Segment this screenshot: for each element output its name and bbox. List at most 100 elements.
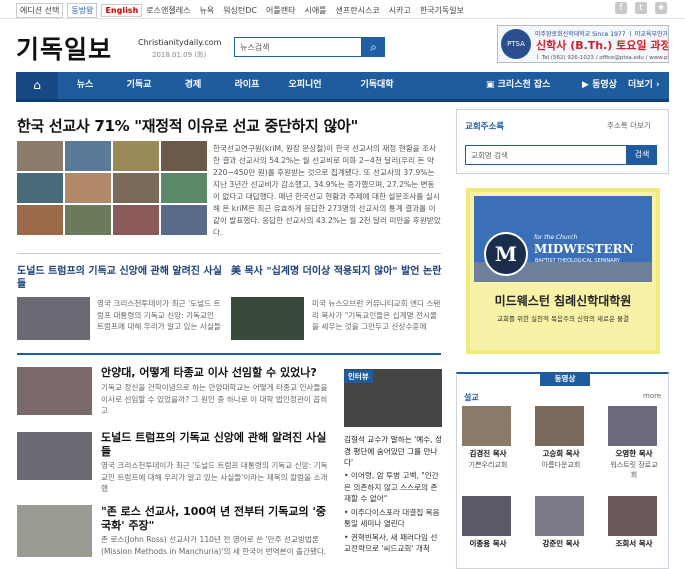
nav-video-label: 동영상 bbox=[592, 80, 617, 90]
sub-article-thumb[interactable] bbox=[17, 297, 90, 340]
pastor-church: 워스트릿 장로교회 bbox=[610, 461, 658, 479]
social-icons: f t ★ bbox=[615, 2, 667, 14]
search-button[interactable]: ⌕ bbox=[362, 37, 385, 57]
list-article-title[interactable]: 도널드 트럼프의 기독교 신앙에 관해 알려진 사실들 bbox=[101, 431, 333, 459]
collage-photo bbox=[17, 205, 63, 235]
home-button[interactable]: ⌂ bbox=[16, 72, 58, 99]
list-article-text: 영국 크리스천투데이가 최근 '도널드 트럼프 대통령의 기독교 신앙: 기독교… bbox=[101, 461, 328, 493]
sermon-more-link[interactable]: more bbox=[643, 392, 661, 400]
pastor-card[interactable]: 고승희 목사 아름다운교회 bbox=[535, 406, 587, 470]
interview-bullet-list: • 이어령, 암 투병 고백, "인간은 의존하지 않고 스스로의 존재할 수 … bbox=[344, 470, 442, 557]
collage-photo bbox=[65, 173, 111, 203]
avatar bbox=[535, 496, 584, 536]
facebook-icon[interactable]: f bbox=[615, 2, 627, 14]
interview-title[interactable]: 김형석 교수가 말하는 '예수, 성경 평단에 숨어있던 그를 만나다' bbox=[344, 434, 442, 469]
interview-bullet-text: 이어령, 암 투병 고백, "인간은 의존하지 않고 스스로의 존재할 수 없어… bbox=[344, 471, 439, 503]
news-search-input[interactable]: 뉴스검색 bbox=[234, 37, 362, 57]
nav-life[interactable]: 라이프 bbox=[220, 72, 274, 99]
collage-photo bbox=[113, 205, 159, 235]
collage-photo bbox=[17, 173, 63, 203]
church-search-input[interactable]: 교회명 검색 bbox=[465, 145, 627, 165]
pastor-card[interactable]: 강준민 목사 bbox=[535, 496, 587, 550]
nav-christianity[interactable]: 기독교 bbox=[112, 72, 166, 99]
edition-link-seattle[interactable]: 시애틀 bbox=[304, 5, 326, 16]
edition-link-atlanta[interactable]: 어틀랜타 bbox=[266, 5, 295, 16]
nav-cross-jobs[interactable]: ▣ 크리스천 잡스 bbox=[486, 72, 550, 99]
edition-link-la[interactable]: 로스앤젤레스 bbox=[146, 5, 190, 16]
sub-article-thumb[interactable] bbox=[231, 297, 304, 340]
pastor-card[interactable]: 이종용 목사 bbox=[462, 496, 514, 550]
edition-link-chicago[interactable]: 시카고 bbox=[389, 5, 411, 16]
section-divider bbox=[17, 253, 441, 254]
church-directory-title[interactable]: 교회주소록 bbox=[465, 120, 504, 132]
pastor-card[interactable]: 조희서 목사 bbox=[608, 496, 660, 550]
sub-article-title[interactable]: 美 목사 "십계명 더이상 적용되지 않아" 발언 논란 bbox=[231, 265, 442, 278]
edition-link-ny[interactable]: 뉴욕 bbox=[199, 5, 214, 16]
pastor-name: 오영한 목사 bbox=[615, 449, 653, 458]
collage-photo bbox=[161, 173, 207, 203]
pastor-card[interactable]: 오영한 목사 워스트릿 장로교회 bbox=[608, 406, 660, 480]
church-search-button[interactable]: 검색 bbox=[627, 145, 657, 165]
briefcase-icon: ▣ bbox=[486, 80, 498, 90]
twitter-icon[interactable]: t bbox=[635, 2, 647, 14]
interview-bullet-item[interactable]: • 이어령, 암 투병 고백, "인간은 의존하지 않고 스스로의 존재할 수 … bbox=[344, 470, 442, 505]
nav-news[interactable]: 뉴스 bbox=[58, 72, 112, 99]
nav-more[interactable]: 더보기 › bbox=[628, 72, 660, 99]
ad-korean-tagline: 교회를 위한 실천적 복음주의 신학의 새로운 물결 bbox=[497, 315, 629, 323]
headline-title[interactable]: 한국 선교사 71% "재정적 이유로 선교 중단하지 않아" bbox=[17, 115, 358, 136]
interview-bullet-item[interactable]: • 미주다이스포라 대결집 복음통일 세미나 열린다 bbox=[344, 507, 442, 530]
edition-link-dc[interactable]: 워싱턴DC bbox=[223, 5, 257, 16]
collage-photo bbox=[65, 141, 111, 171]
nav-video[interactable]: ▶ 동영상 bbox=[582, 72, 617, 99]
collage-photo bbox=[113, 173, 159, 203]
star-icon[interactable]: ★ bbox=[655, 2, 667, 14]
ad-for-church: for the Church bbox=[534, 234, 578, 241]
edition-link-sf[interactable]: 샌프란시스코 bbox=[336, 5, 380, 16]
sub-article-text: 영국 크리스천투데이가 최근 '도널드 트럼프 대통령의 기독교 신앙: 기독교… bbox=[97, 299, 221, 331]
list-article-thumb[interactable] bbox=[17, 367, 92, 415]
avatar bbox=[462, 406, 511, 446]
pastor-name: 강준민 목사 bbox=[542, 539, 580, 548]
main-nav: ⌂ 뉴스 기독교 경제 라이프 오피니언 기독대학 ▣ 크리스천 잡스 ▶ 동영… bbox=[16, 72, 669, 102]
headline-summary: 한국선교연구원(kriM, 원장 문상철)이 한국 선교사의 재정 현황을 조사… bbox=[213, 144, 441, 237]
church-directory-more[interactable]: 주소록 더보기 bbox=[607, 120, 651, 131]
search-icon: ⌕ bbox=[370, 40, 377, 54]
list-article-title[interactable]: 안양대, 어떻게 타종교 이사 선임할 수 있었나? bbox=[101, 366, 333, 380]
nav-more-label: 더보기 bbox=[628, 80, 653, 90]
top-banner-ad[interactable]: PTSA 미주장로회신학대학교 Since 1977 ㅣ 미교육부인가 학위과정… bbox=[497, 25, 669, 63]
collage-photo bbox=[161, 205, 207, 235]
site-logo[interactable]: 기독일보 bbox=[16, 30, 112, 66]
pastor-name: 고승희 목사 bbox=[542, 449, 580, 458]
interview-bullet-item[interactable]: • 권혁빈목사, 새 패러다임 선교전략으로 '씨드교회' 개척 bbox=[344, 532, 442, 555]
edition-select-label[interactable]: 에디션 선택 bbox=[16, 3, 64, 18]
video-icon: ▶ bbox=[582, 80, 593, 90]
seminary-ad[interactable]: M for the Church MIDWESTERN BAPTIST THEO… bbox=[466, 188, 660, 354]
avatar bbox=[608, 496, 657, 536]
pastor-name: 조희서 목사 bbox=[615, 539, 653, 548]
home-icon: ⌂ bbox=[33, 78, 41, 92]
seminary-seal-icon: PTSA bbox=[501, 29, 531, 59]
avatar bbox=[535, 406, 584, 446]
ad-seminary-sub: BAPTIST THEOLOGICAL SEMINARY bbox=[535, 258, 620, 264]
list-article-thumb[interactable] bbox=[17, 432, 92, 480]
ad-line-2: 신학사 (B.Th.) 토요일 과정 오픈! bbox=[536, 39, 669, 52]
sub-article-text: 미국 뉴스오브런 커뮤니티교회 앤디 스탠리 목사가 "기독교인들은 십계명 전… bbox=[312, 299, 441, 331]
nav-univ[interactable]: 기독대학 bbox=[350, 72, 404, 99]
edition-link-donbang[interactable]: 동방왕 bbox=[67, 3, 98, 18]
headline-photo-collage[interactable] bbox=[17, 141, 207, 235]
list-article-text: 존 로스(John Ross) 선교사가 110년 전 영어로 쓴 '만주 선교… bbox=[101, 535, 327, 556]
video-tab[interactable]: 동영상 bbox=[540, 372, 590, 386]
pastor-card[interactable]: 김경진 목사 기쁜우리교회 bbox=[462, 406, 514, 470]
edition-link-english[interactable]: English bbox=[101, 4, 143, 17]
section-divider bbox=[17, 353, 441, 355]
list-article-title[interactable]: "존 로스 선교사, 100여 년 전부터 기독교의 '중국화' 주장" bbox=[101, 505, 333, 533]
nav-opinion[interactable]: 오피니언 bbox=[278, 72, 332, 99]
collage-photo bbox=[161, 141, 207, 171]
sub-article-title[interactable]: 도널드 트럼프의 기독교 신앙에 관해 알려진 사실들 bbox=[17, 265, 222, 291]
sermon-label[interactable]: 설교 bbox=[464, 392, 479, 403]
list-article-thumb[interactable] bbox=[17, 505, 92, 557]
collage-photo bbox=[113, 141, 159, 171]
nav-economy[interactable]: 경제 bbox=[166, 72, 220, 99]
edition-links: 에디션 선택 동방왕 English 로스앤젤레스 뉴욕 워싱턴DC 어틀랜타 … bbox=[16, 3, 473, 18]
edition-link-korea[interactable]: 한국기독일보 bbox=[420, 5, 464, 16]
